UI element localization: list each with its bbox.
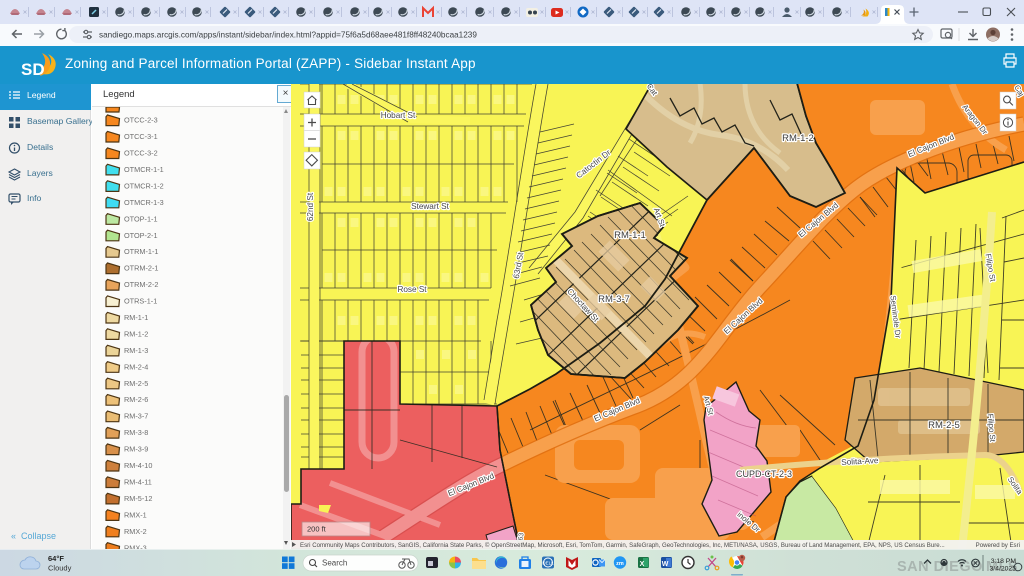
svg-text:200 ft: 200 ft xyxy=(307,525,327,534)
svg-text:RM-1-2: RM-1-2 xyxy=(782,133,814,144)
svg-text:3/4/2025: 3/4/2025 xyxy=(990,566,1017,573)
svg-text:OTRM-2-1: OTRM-2-1 xyxy=(124,264,158,273)
svg-text:RM-2-5: RM-2-5 xyxy=(124,379,148,388)
svg-text:RM-1-3: RM-1-3 xyxy=(124,346,148,355)
svg-text:RM-2-4: RM-2-4 xyxy=(124,362,148,371)
svg-text:zm: zm xyxy=(616,561,624,567)
svg-text:RM-1-1: RM-1-1 xyxy=(124,313,148,322)
svg-text:RMX-2: RMX-2 xyxy=(124,527,147,536)
svg-text:RM-3-7: RM-3-7 xyxy=(598,294,630,305)
svg-text:X: X xyxy=(640,561,645,568)
svg-text:63: 63 xyxy=(517,532,525,541)
svg-text:RM-5-12: RM-5-12 xyxy=(124,494,152,503)
svg-text:sandiego.maps.arcgis.com/apps/: sandiego.maps.arcgis.com/apps/instant/si… xyxy=(99,31,477,40)
svg-text:Search: Search xyxy=(322,559,347,568)
svg-text:Esri Community Maps Contributo: Esri Community Maps Contributors, SanGIS… xyxy=(300,542,945,549)
svg-text:OTRM-2-2: OTRM-2-2 xyxy=(124,280,158,289)
svg-text:OTCC-2-3: OTCC-2-3 xyxy=(124,116,158,125)
svg-text:RM-2-6: RM-2-6 xyxy=(124,395,148,404)
svg-text:SD: SD xyxy=(21,60,45,79)
svg-text:OTCC-3-2: OTCC-3-2 xyxy=(124,149,158,158)
svg-text:OTMCR-1-2: OTMCR-1-2 xyxy=(124,181,164,190)
svg-text:RM-2-5: RM-2-5 xyxy=(928,420,960,431)
svg-text:RMX-1: RMX-1 xyxy=(124,510,147,519)
svg-text:OTMCR-1-1: OTMCR-1-1 xyxy=(124,165,164,174)
svg-text:OTCC-3-1: OTCC-3-1 xyxy=(124,132,158,141)
svg-text:Powered by Esri: Powered by Esri xyxy=(976,542,1020,549)
svg-text:RM-3-8: RM-3-8 xyxy=(124,428,148,437)
svg-text:OTOP-2-1: OTOP-2-1 xyxy=(124,231,158,240)
svg-text:62nd St: 62nd St xyxy=(306,192,315,221)
svg-text:Hobart St: Hobart St xyxy=(381,111,416,120)
svg-text:W: W xyxy=(662,561,669,568)
svg-text:OTOP-1-1: OTOP-1-1 xyxy=(124,214,158,223)
svg-text:DELL: DELL xyxy=(542,561,554,566)
svg-text:Rose St: Rose St xyxy=(397,285,427,294)
svg-text:Cloudy: Cloudy xyxy=(48,564,72,573)
svg-text:RM-1-1: RM-1-1 xyxy=(614,230,646,241)
svg-text:RM-4-10: RM-4-10 xyxy=(124,461,152,470)
svg-text:Stewart St: Stewart St xyxy=(411,202,449,211)
svg-text:64°F: 64°F xyxy=(48,554,64,563)
svg-text:3:18 PM: 3:18 PM xyxy=(991,558,1017,565)
svg-text:OTRM-1-1: OTRM-1-1 xyxy=(124,247,158,256)
svg-text:RM-1-2: RM-1-2 xyxy=(124,329,148,338)
svg-text:RM-4-11: RM-4-11 xyxy=(124,478,152,487)
svg-text:RM-3-9: RM-3-9 xyxy=(124,445,148,454)
svg-text:OTMCR-1-3: OTMCR-1-3 xyxy=(124,198,164,207)
svg-text:OTRS-1-1: OTRS-1-1 xyxy=(124,297,157,306)
svg-text:CUPD-CT-2-3: CUPD-CT-2-3 xyxy=(736,469,792,479)
svg-text:RM-3-7: RM-3-7 xyxy=(124,412,148,421)
svg-text:SAN DIEGO: SAN DIEGO xyxy=(897,559,983,575)
